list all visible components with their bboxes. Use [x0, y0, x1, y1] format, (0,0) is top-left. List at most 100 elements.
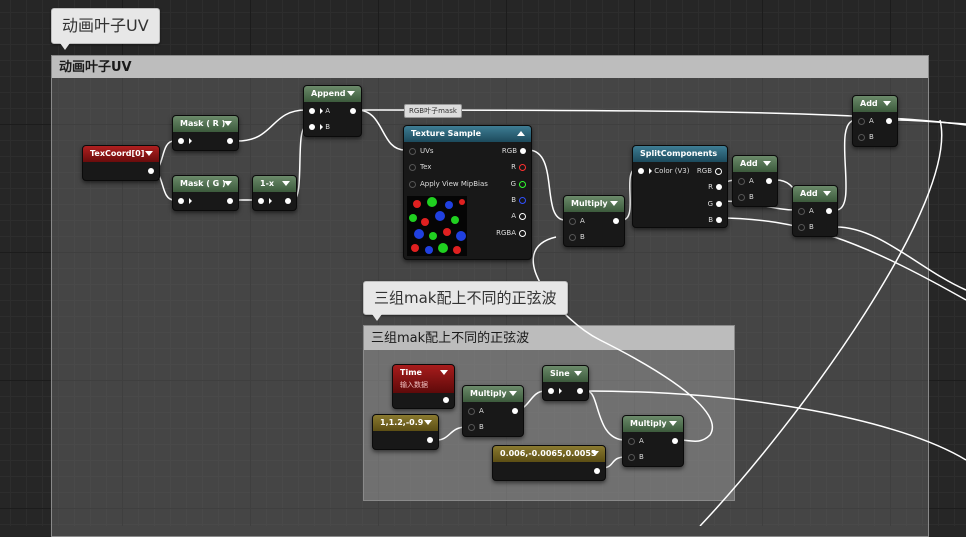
append-node[interactable]: Append A B [303, 85, 362, 137]
collapse-arrow-icon[interactable] [574, 371, 582, 376]
multiply-node-1-header[interactable]: Multiply [564, 196, 624, 212]
multiply-node-3-header[interactable]: Multiply [623, 416, 683, 432]
time-node[interactable]: Time 输入数据 [392, 364, 455, 409]
collapse-arrow-icon[interactable] [224, 181, 232, 186]
multiply-2-output[interactable] [509, 405, 518, 417]
collapse-arrow-icon[interactable] [145, 151, 153, 156]
append-node-header[interactable]: Append [304, 86, 361, 102]
multiply-2-pin-b[interactable]: B [468, 421, 484, 433]
constant-vector-node-1[interactable]: 1,1.2,-0.9 [372, 414, 439, 450]
collapse-arrow-icon[interactable] [610, 201, 618, 206]
split-input-color[interactable]: Color (V3) [638, 165, 689, 177]
texture-output-rgb[interactable]: RGB [502, 145, 526, 157]
texcoord-output-pin[interactable] [145, 165, 154, 177]
multiply-node-1[interactable]: Multiply A B [563, 195, 625, 247]
constant-2-header[interactable]: 0.006,-0.0065,0.0055 [493, 446, 605, 462]
constant-2-output[interactable] [591, 465, 600, 477]
one-minus-input-pin[interactable] [258, 195, 272, 207]
append-pin-a[interactable]: A [309, 105, 330, 117]
add-3-pin-a[interactable]: A [858, 115, 874, 127]
mask-g-input-pin[interactable] [178, 195, 192, 207]
multiply-1-pin-b[interactable]: B [569, 231, 585, 243]
multiply-node-2[interactable]: Multiply A B [462, 385, 524, 437]
add-2-output[interactable] [823, 205, 832, 217]
multiply-2-pin-a[interactable]: A [468, 405, 484, 417]
texture-output-rgba[interactable]: RGBA [496, 227, 526, 239]
add-node-2-header[interactable]: Add [793, 186, 837, 202]
mask-g-node[interactable]: Mask ( G ) [172, 175, 239, 211]
collapse-arrow-icon[interactable] [823, 191, 831, 196]
add-3-output[interactable] [883, 115, 892, 127]
sine-node-header[interactable]: Sine [543, 366, 588, 382]
time-output-pin[interactable] [440, 394, 449, 406]
collapse-arrow-icon[interactable] [440, 370, 448, 375]
constant-1-output[interactable] [424, 434, 433, 446]
multiply-3-pin-a[interactable]: A [628, 435, 644, 447]
multiply-node-3[interactable]: Multiply A B [622, 415, 684, 467]
add-1-pin-b[interactable]: B [738, 191, 754, 203]
multiply-3-output[interactable] [669, 435, 678, 447]
add-1-pin-a[interactable]: A [738, 175, 754, 187]
split-output-b[interactable]: B [708, 214, 722, 226]
texture-input-uvs[interactable]: UVs [409, 145, 434, 157]
add-node-2[interactable]: Add A B [792, 185, 838, 237]
collapse-arrow-icon[interactable] [669, 421, 677, 426]
add-1-output[interactable] [763, 175, 772, 187]
collapse-arrow-icon[interactable] [347, 91, 355, 96]
collapse-arrow-icon[interactable] [517, 131, 525, 136]
mask-r-output-pin[interactable] [224, 135, 233, 147]
mask-g-node-header[interactable]: Mask ( G ) [173, 176, 238, 192]
mask-g-output-pin[interactable] [224, 195, 233, 207]
split-output-g[interactable]: G [708, 198, 722, 210]
multiply-node-2-header[interactable]: Multiply [463, 386, 523, 402]
add-node-1-header[interactable]: Add [733, 156, 777, 172]
add-node-3-header[interactable]: Add [853, 96, 897, 112]
mask-r-node-header[interactable]: Mask ( R ) [173, 116, 238, 132]
one-minus-output-pin[interactable] [282, 195, 291, 207]
split-output-rgb[interactable]: RGB [697, 165, 722, 177]
constant-vector-node-2[interactable]: 0.006,-0.0065,0.0055 [492, 445, 606, 481]
split-components-header[interactable]: SplitComponents [633, 146, 727, 162]
texture-output-a[interactable]: A [511, 210, 526, 222]
collapse-arrow-icon[interactable] [282, 181, 290, 186]
split-output-r[interactable]: R [708, 181, 722, 193]
texture-sample-node-header[interactable]: Texture Sample [404, 126, 531, 142]
collapse-arrow-icon[interactable] [509, 391, 517, 396]
collapse-arrow-icon[interactable] [424, 420, 432, 425]
main-comment-title[interactable]: 动画叶子UV [52, 56, 928, 78]
texture-output-r[interactable]: R [511, 161, 526, 173]
one-minus-node-header[interactable]: 1-x [253, 176, 296, 192]
sub-comment-bubble[interactable]: 三组mak配上不同的正弦波 [363, 281, 568, 321]
sine-node[interactable]: Sine [542, 365, 589, 401]
sine-input-pin[interactable] [548, 385, 562, 397]
add-3-pin-b[interactable]: B [858, 131, 874, 143]
mask-r-node[interactable]: Mask ( R ) [172, 115, 239, 151]
collapse-arrow-icon[interactable] [883, 101, 891, 106]
texture-output-g[interactable]: G [511, 178, 526, 190]
multiply-3-pin-b[interactable]: B [628, 451, 644, 463]
texcoord-node-header[interactable]: TexCoord[0] [83, 146, 159, 162]
add-2-pin-a[interactable]: A [798, 205, 814, 217]
texcoord-node[interactable]: TexCoord[0] [82, 145, 160, 181]
add-2-pin-b[interactable]: B [798, 221, 814, 233]
mask-r-input-pin[interactable] [178, 135, 192, 147]
texture-sample-node[interactable]: Texture Sample UVs Tex Apply View MipBia… [403, 125, 532, 260]
collapse-arrow-icon[interactable] [224, 121, 232, 126]
multiply-1-pin-a[interactable]: A [569, 215, 585, 227]
texture-input-tex[interactable]: Tex [409, 161, 431, 173]
constant-1-header[interactable]: 1,1.2,-0.9 [373, 415, 438, 431]
add-node-1[interactable]: Add A B [732, 155, 778, 207]
time-node-header[interactable]: Time 输入数据 [393, 365, 454, 393]
collapse-arrow-icon[interactable] [763, 161, 771, 166]
append-pin-b[interactable]: B [309, 121, 330, 133]
one-minus-node[interactable]: 1-x [252, 175, 297, 211]
add-node-3[interactable]: Add A B [852, 95, 898, 147]
texture-input-mipbias[interactable]: Apply View MipBias [409, 178, 488, 190]
split-components-node[interactable]: SplitComponents Color (V3) RGB R G B [632, 145, 728, 228]
sine-output-pin[interactable] [574, 385, 583, 397]
sub-comment-title[interactable]: 三组mak配上不同的正弦波 [364, 326, 734, 350]
top-comment-bubble[interactable]: 动画叶子UV [51, 8, 160, 50]
texture-output-b[interactable]: B [511, 194, 526, 206]
collapse-arrow-icon[interactable] [591, 451, 599, 456]
append-output-pin[interactable] [347, 105, 356, 117]
